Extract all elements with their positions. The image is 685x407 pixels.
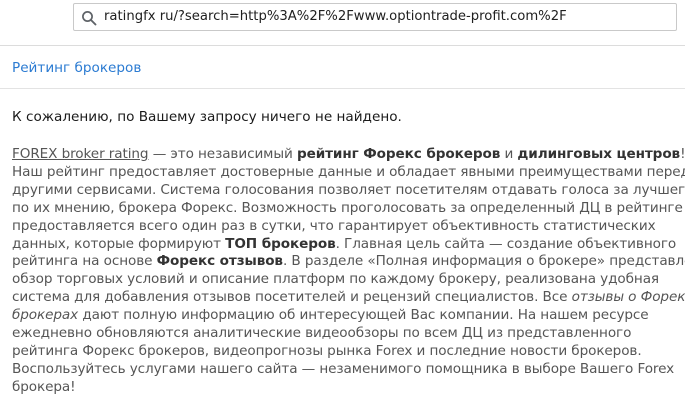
- text-line: другими сервисами. Система голосования п…: [12, 181, 685, 198]
- breadcrumb-rating-link[interactable]: Рейтинг брокеров: [12, 60, 141, 76]
- search-not-found-message: К сожалению, по Вашему запросу ничего не…: [12, 109, 402, 125]
- bold-keyword: Форекс отзывов: [156, 253, 283, 270]
- address-bar-url[interactable]: ratingfx ru/?search=http%3A%2F%2Fwww.opt…: [104, 9, 567, 24]
- text-line: предоставляется всего один раз в сутки, …: [12, 217, 656, 234]
- search-icon: [82, 11, 97, 26]
- address-bar[interactable]: ratingfx ru/?search=http%3A%2F%2Fwww.opt…: [73, 3, 677, 31]
- browser-toolbar: ratingfx ru/?search=http%3A%2F%2Fwww.opt…: [0, 0, 685, 38]
- text-line: брокера!: [12, 378, 76, 395]
- italic-keyword: отзывы о Форекс: [571, 289, 685, 306]
- text-line: FOREX broker rating — это независимый ре…: [12, 146, 685, 162]
- text-line: рейтинга на основе Форекс отзывов. В раз…: [12, 253, 685, 270]
- text-line: данных, которые формируют ТОП брокеров. …: [12, 235, 677, 252]
- breadcrumb-divider: [0, 88, 685, 89]
- text-line: ежедневно обновляются аналитические виде…: [12, 325, 632, 342]
- text-line: по их мнению, брокера Форекс. Возможност…: [12, 199, 683, 216]
- bold-keyword: дилинговых центров: [517, 146, 681, 162]
- site-description: FOREX broker rating — это независимый ре…: [12, 146, 685, 397]
- text-line: Наш рейтинг предоставляет достоверные да…: [12, 163, 685, 180]
- bold-keyword: ТОП брокеров: [225, 235, 336, 252]
- text-line: Воспользуйтесь услугами нашего сайта — н…: [12, 360, 675, 377]
- text-line: система для добавления отзывов посетител…: [12, 289, 685, 307]
- bold-keyword: рейтинг Форекс брокеров: [296, 146, 501, 162]
- text-line: брокерах дают полную информацию об интер…: [12, 307, 649, 324]
- text-line: рейтинга Форекс брокеров, видеопрогнозы …: [12, 342, 642, 359]
- header-divider: [0, 45, 685, 46]
- forex-broker-rating-link[interactable]: FOREX broker rating: [12, 146, 149, 162]
- text-line: обзор торговых условий и описание платфо…: [12, 271, 660, 288]
- italic-keyword: брокерах: [12, 307, 79, 324]
